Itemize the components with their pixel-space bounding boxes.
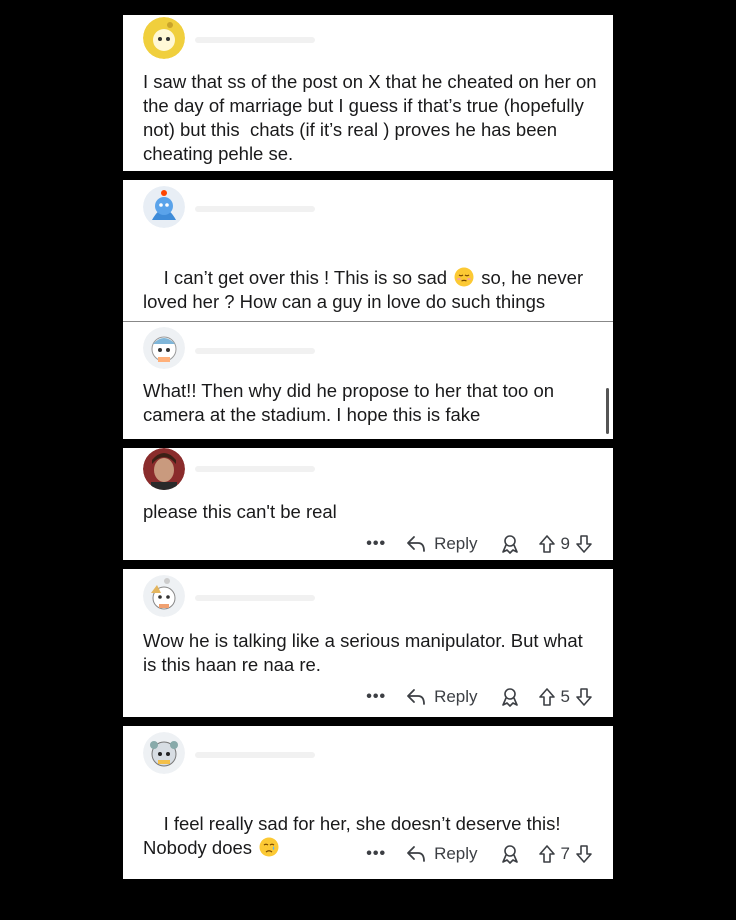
reply-button[interactable]: Reply [406, 687, 478, 707]
more-options-button[interactable]: ••• [366, 535, 386, 553]
award-icon [501, 535, 518, 554]
downvote-icon[interactable] [575, 844, 593, 864]
username-placeholder [195, 348, 315, 354]
comment-actions: ••• Reply 7 [366, 842, 593, 866]
comment-card: I can’t get over this ! This is so sad s… [123, 180, 613, 439]
comment-text: I saw that ss of the post on X that he c… [143, 71, 602, 164]
username-placeholder [195, 37, 315, 43]
vote-controls: 7 [538, 844, 593, 864]
comment-text: What!! Then why did he propose to her th… [143, 380, 560, 425]
comment-text: I can’t get over this ! This is so sad s… [143, 242, 599, 338]
more-options-button[interactable]: ••• [366, 688, 386, 706]
upvote-icon[interactable] [538, 844, 556, 864]
comment-actions: ••• Reply 5 [366, 685, 593, 709]
username-placeholder [195, 206, 315, 212]
upvote-icon[interactable] [538, 534, 556, 554]
vote-controls: 9 [538, 534, 593, 554]
snoo-avatar[interactable] [143, 327, 185, 369]
snoo-avatar[interactable] [143, 732, 185, 774]
comment-card: I saw that ss of the post on X that he c… [123, 15, 613, 171]
user-photo-avatar[interactable] [143, 448, 185, 490]
more-options-button[interactable]: ••• [366, 845, 386, 863]
snoo-avatar[interactable] [143, 186, 185, 228]
snoo-avatar[interactable] [143, 17, 185, 59]
upvote-icon[interactable] [538, 687, 556, 707]
reply-label: Reply [434, 534, 478, 553]
comment-text: Wow he is talking like a serious manipul… [143, 630, 588, 675]
username-placeholder [195, 752, 315, 758]
reply-label: Reply [434, 687, 478, 706]
award-button[interactable] [500, 534, 520, 554]
comment-text: please this can't be real [143, 501, 337, 522]
pensive-face-icon [454, 267, 474, 287]
vote-count: 7 [560, 844, 570, 863]
downvote-icon[interactable] [575, 687, 593, 707]
reply-arrow-icon [407, 846, 425, 862]
comment-card: I feel really sad for her, she doesn’t d… [123, 726, 613, 879]
username-placeholder [195, 595, 315, 601]
comment-card: please this can't be real ••• Reply 9 [123, 448, 613, 560]
comment-card: Wow he is talking like a serious manipul… [123, 569, 613, 717]
crying-face-icon [259, 837, 279, 857]
award-button[interactable] [500, 844, 520, 864]
comment-divider [123, 321, 613, 322]
reply-label: Reply [434, 844, 478, 863]
snoo-avatar[interactable] [143, 575, 185, 617]
award-icon [501, 845, 518, 864]
reply-arrow-icon [407, 536, 425, 552]
vote-count: 9 [560, 534, 570, 553]
downvote-icon[interactable] [575, 534, 593, 554]
award-button[interactable] [500, 687, 520, 707]
comment-actions: ••• Reply 9 [366, 532, 593, 556]
scrollbar[interactable] [606, 388, 609, 434]
reply-arrow-icon [407, 689, 425, 705]
award-icon [501, 688, 518, 707]
vote-count: 5 [560, 687, 570, 706]
username-placeholder [195, 466, 315, 472]
vote-controls: 5 [538, 687, 593, 707]
comment-text-part: I can’t get over this ! This is so sad [163, 267, 453, 288]
reply-button[interactable]: Reply [406, 844, 478, 864]
reply-button[interactable]: Reply [406, 534, 478, 554]
